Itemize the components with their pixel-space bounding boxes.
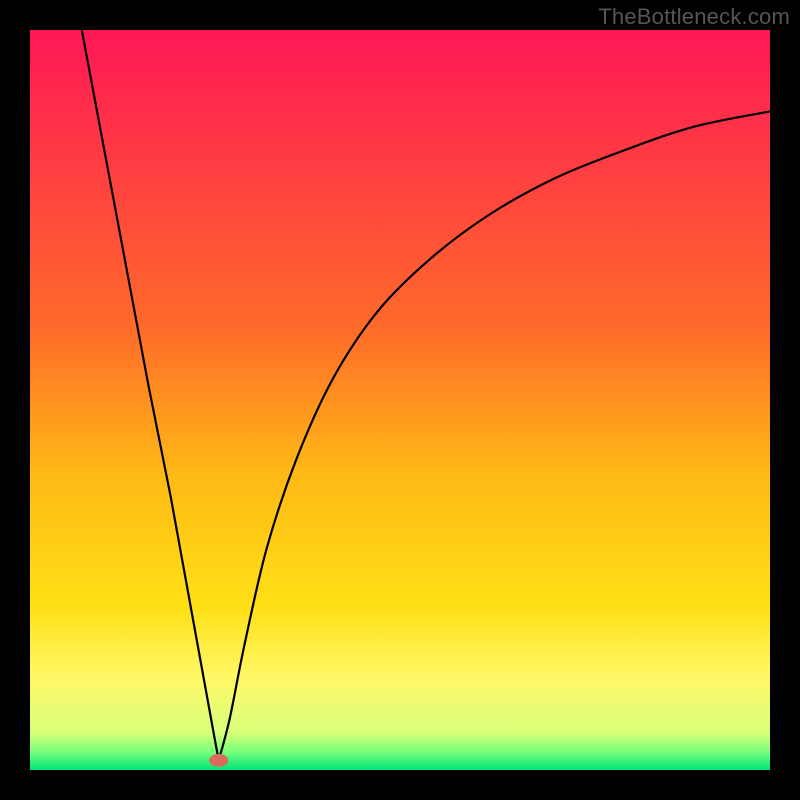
gradient-background (30, 30, 770, 770)
chart-frame: TheBottleneck.com (0, 0, 800, 800)
watermark-text: TheBottleneck.com (598, 4, 790, 30)
plot-area (30, 30, 770, 770)
chart-svg (30, 30, 770, 770)
minimum-marker (210, 754, 228, 766)
